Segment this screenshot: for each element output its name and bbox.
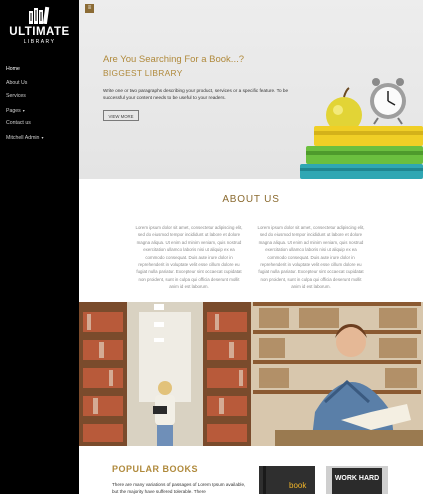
- main-content: ≡ Are You Searching For a Book...? BIGGE…: [79, 0, 423, 494]
- nav-item-services[interactable]: Services: [6, 93, 43, 107]
- about-text-right: Lorem ipsum dolor sit amet, consectetur …: [257, 225, 365, 290]
- brand-subtitle: LIBRARY: [23, 39, 56, 45]
- brand-title: ULTIMATE: [9, 26, 70, 38]
- hero-banner: ≡ Are You Searching For a Book...? BIGGE…: [79, 0, 423, 179]
- view-more-button[interactable]: VIEW MORE: [103, 110, 139, 121]
- book-cover-2[interactable]: WORK HARD: [326, 466, 388, 494]
- hamburger-icon[interactable]: ≡: [85, 4, 94, 13]
- hero-title: Are You Searching For a Book...?: [103, 54, 245, 65]
- caret-down-icon: ▾: [41, 134, 44, 140]
- popular-books-section: POPULAR BOOKS There are many variations …: [79, 446, 423, 494]
- book-cover-2-label: WORK HARD: [335, 475, 379, 482]
- popular-books-paragraph: There are many variations of passages of…: [112, 482, 246, 494]
- nav-item-user-menu[interactable]: Mitchell Admin ▾: [6, 134, 43, 148]
- nav-item-about-us[interactable]: About Us: [6, 80, 43, 94]
- main-nav: Home About Us Services Pages ▾ Contact us…: [6, 66, 43, 148]
- sidebar: ULTIMATE LIBRARY Home About Us Services …: [0, 0, 79, 494]
- nav-item-contact-us[interactable]: Contact us: [6, 120, 43, 134]
- popular-books-title: POPULAR BOOKS: [112, 464, 199, 474]
- nav-label: Mitchell Admin: [6, 134, 40, 141]
- about-title: ABOUT US: [222, 194, 280, 205]
- books-apple-clock-image: [300, 78, 423, 179]
- caret-down-icon: ▾: [22, 107, 25, 113]
- nav-label: About Us: [6, 79, 28, 86]
- books-icon: [28, 6, 49, 24]
- about-text-left: Lorem ipsum dolor sit amet, consectetur …: [135, 225, 243, 290]
- brand-logo[interactable]: ULTIMATE LIBRARY: [0, 6, 79, 45]
- about-section: ABOUT US Lorem ipsum dolor sit amet, con…: [79, 179, 423, 302]
- nav-label: Home: [6, 66, 20, 72]
- book-cover-1-label: book: [289, 481, 307, 490]
- nav-label: Contact us: [6, 120, 31, 127]
- book-cover-1[interactable]: book: [259, 466, 315, 494]
- hero-paragraph: Write one or two paragraphs describing y…: [103, 88, 289, 101]
- nav-item-home[interactable]: Home: [6, 66, 43, 80]
- nav-label: Pages: [6, 107, 21, 114]
- nav-label: Services: [6, 93, 26, 100]
- nav-item-pages[interactable]: Pages ▾: [6, 107, 43, 121]
- library-photos: [79, 302, 423, 446]
- hero-subtitle: BIGGEST LIBRARY: [103, 68, 183, 78]
